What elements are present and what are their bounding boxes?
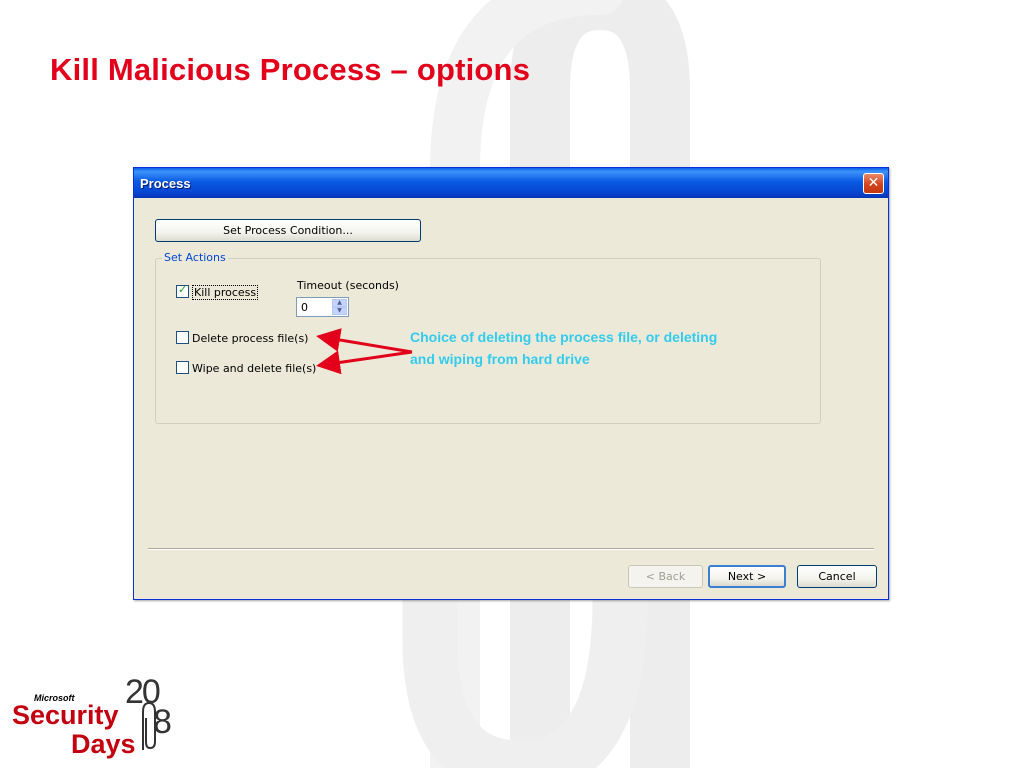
- wipe-files-checkbox[interactable]: [176, 361, 189, 374]
- delete-files-option[interactable]: Delete process file(s): [176, 331, 308, 345]
- checkmark-icon: ✓: [178, 283, 188, 296]
- annotation-text: Choice of deleting the process file, or …: [410, 329, 718, 367]
- slide-title: Kill Malicious Process – options: [50, 52, 531, 87]
- kill-process-label: Kill process: [192, 285, 259, 300]
- process-dialog: Process ✕ Set Process Condition... Set A…: [133, 167, 889, 600]
- dialog-title: Process: [140, 176, 191, 191]
- logo-year-suffix: 8: [153, 703, 172, 741]
- kill-process-checkbox[interactable]: ✓: [176, 283, 189, 298]
- timeout-label: Timeout (seconds): [297, 279, 399, 292]
- close-icon[interactable]: ✕: [863, 173, 884, 194]
- delete-files-checkbox[interactable]: [176, 331, 189, 344]
- cancel-button[interactable]: Cancel: [797, 565, 877, 588]
- kill-process-option[interactable]: ✓ Kill process: [176, 283, 259, 300]
- timeout-stepper[interactable]: 0 ▲ ▼: [296, 297, 349, 317]
- spin-up-icon[interactable]: ▲: [332, 299, 347, 307]
- logo-security: Security: [12, 700, 119, 730]
- back-button[interactable]: < Back: [628, 565, 703, 588]
- set-actions-label: Set Actions: [162, 251, 228, 264]
- logo-days: Days: [71, 729, 136, 759]
- delete-files-label: Delete process file(s): [192, 332, 309, 345]
- dialog-titlebar[interactable]: Process ✕: [134, 168, 888, 198]
- wipe-files-label: Wipe and delete file(s): [192, 362, 317, 375]
- spin-down-icon[interactable]: ▼: [332, 307, 347, 315]
- security-days-logo: Microsoft Security Days 20 8: [10, 670, 190, 760]
- wipe-files-option[interactable]: Wipe and delete file(s): [176, 361, 316, 375]
- set-process-condition-button[interactable]: Set Process Condition...: [155, 219, 421, 242]
- next-button[interactable]: Next >: [708, 565, 786, 588]
- dialog-separator: [148, 548, 874, 550]
- timeout-value[interactable]: 0: [301, 301, 308, 314]
